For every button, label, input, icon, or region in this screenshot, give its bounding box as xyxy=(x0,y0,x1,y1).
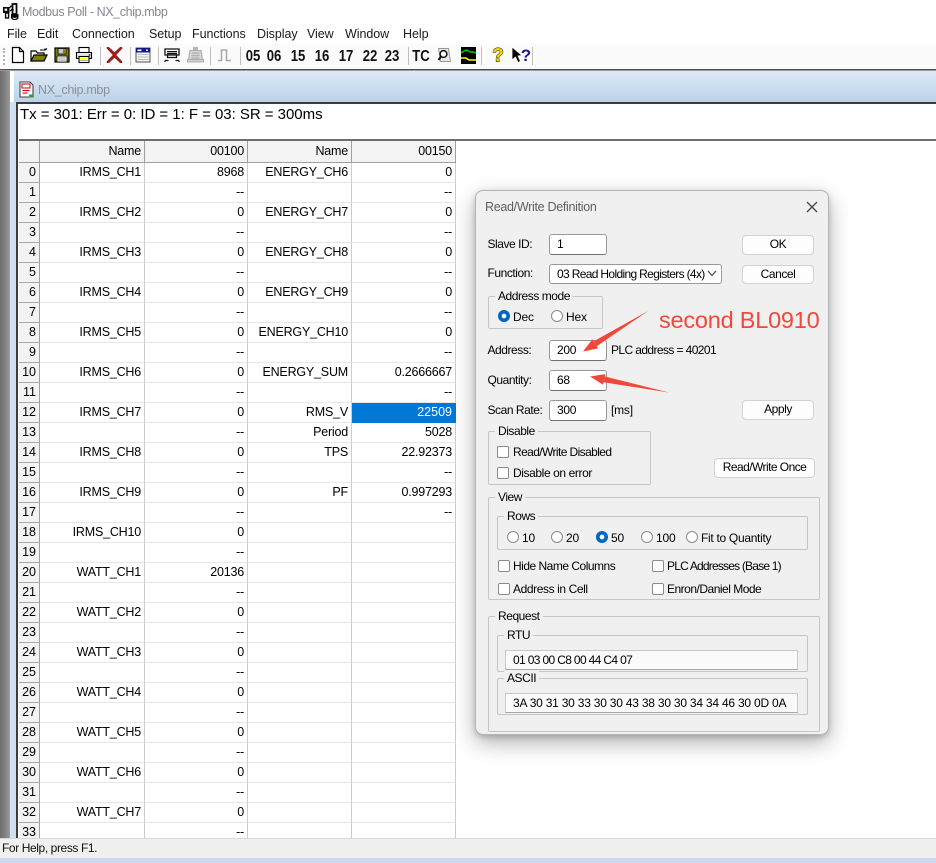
svg-text:?: ? xyxy=(492,46,504,67)
